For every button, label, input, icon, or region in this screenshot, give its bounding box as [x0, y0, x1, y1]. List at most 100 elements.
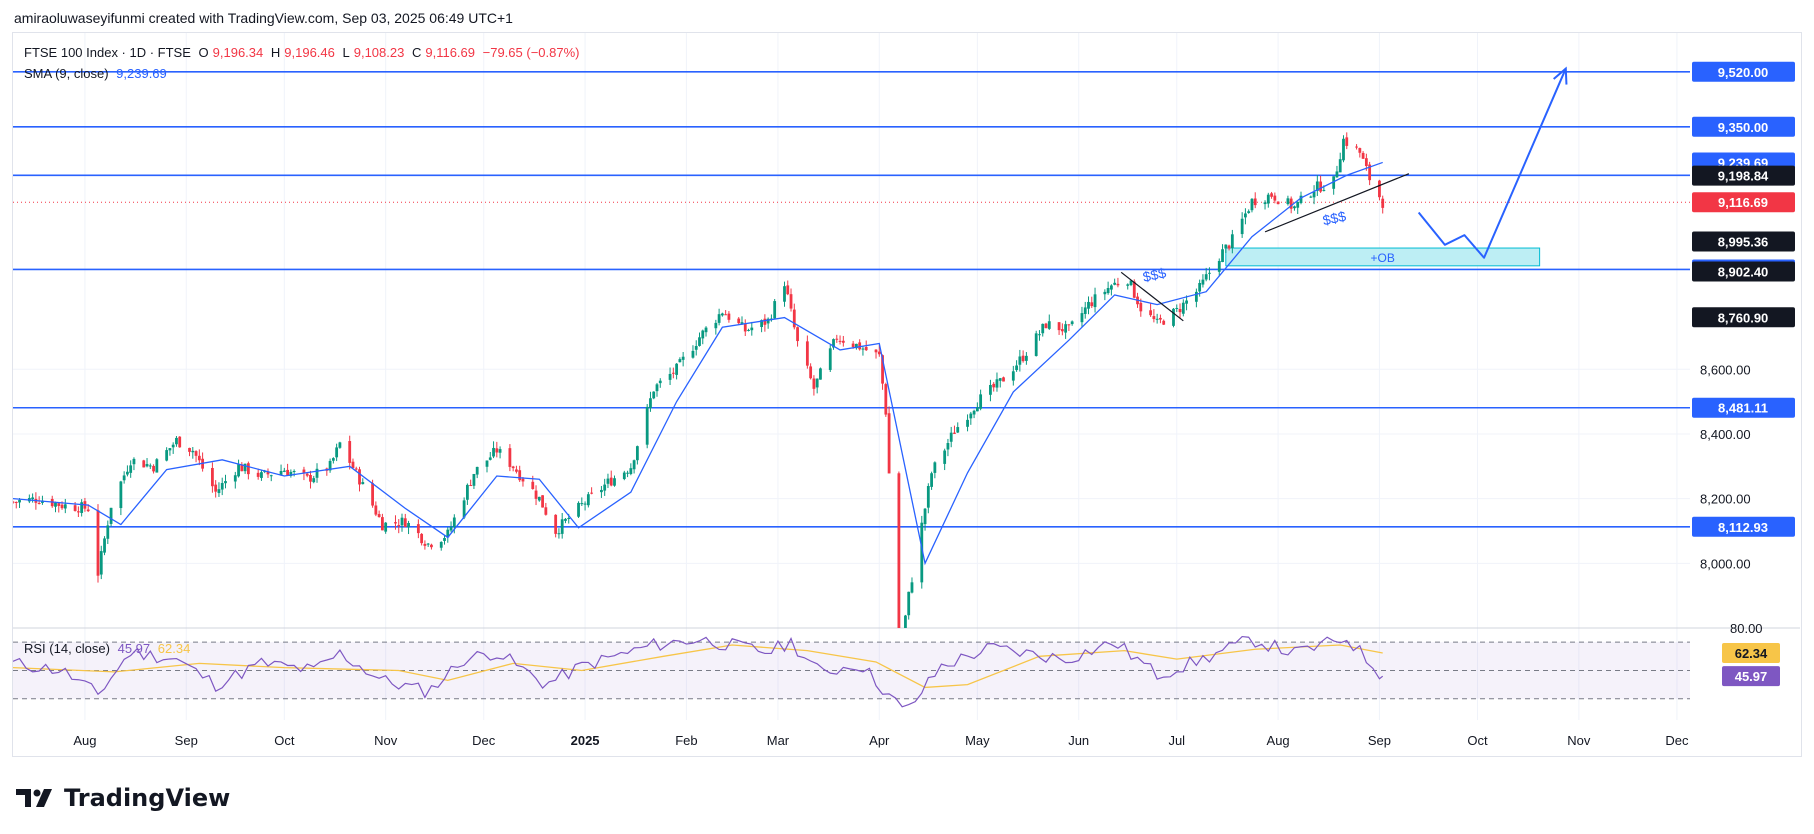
candle-body — [567, 517, 571, 519]
candle-body — [1041, 323, 1045, 334]
candle-body — [260, 472, 263, 478]
candle-body — [305, 473, 309, 476]
order-block-label: +OB — [1371, 251, 1395, 265]
candle-body — [841, 340, 845, 343]
candle-body — [956, 427, 960, 433]
candle-body — [655, 384, 659, 392]
candle-body — [292, 471, 296, 473]
candle-body — [99, 551, 103, 575]
candle-body — [1296, 201, 1300, 208]
candle-body — [835, 338, 839, 340]
candle-body — [557, 533, 561, 535]
candle-body — [792, 309, 796, 328]
candle-body — [492, 447, 495, 457]
x-tick-label: Nov — [374, 733, 398, 748]
liquidity-annotation: $$$ — [1141, 264, 1167, 285]
candle-body — [635, 446, 639, 461]
candle-body — [269, 475, 273, 477]
candle-body — [652, 391, 656, 399]
tradingview-brand[interactable]: TradingView — [16, 784, 230, 812]
symbol-legend[interactable]: FTSE 100 Index · 1D · FTSE O 9,196.34 H 9,… — [24, 45, 583, 60]
candle-body — [534, 490, 538, 499]
rsi-label: RSI (14, close) — [24, 641, 110, 656]
candle-body — [518, 470, 522, 481]
candle-body — [786, 285, 790, 295]
candle-body — [348, 441, 352, 463]
candle-body — [1250, 198, 1254, 211]
candle-body — [1342, 138, 1345, 161]
candle-body — [485, 460, 489, 467]
candle-body — [394, 522, 397, 524]
candle-body — [371, 483, 374, 506]
x-tick-label: Apr — [869, 733, 890, 748]
candle-body — [1230, 234, 1234, 248]
candle-body — [132, 458, 136, 465]
candle-body — [1364, 158, 1368, 166]
candle-body — [851, 343, 855, 347]
candle-body — [750, 327, 754, 331]
x-tick-label: Jun — [1068, 733, 1089, 748]
candle-body — [165, 450, 169, 461]
candle-body — [13, 501, 15, 503]
candle-body — [1064, 324, 1068, 333]
candle-body — [953, 432, 956, 434]
candle-body — [488, 457, 492, 460]
candle-body — [1217, 260, 1221, 272]
candle-body — [671, 372, 675, 374]
candle-body — [704, 327, 708, 333]
candle-body — [907, 591, 911, 616]
candle-body — [1322, 189, 1326, 191]
x-tick-label: Jul — [1168, 733, 1185, 748]
candle-body — [397, 525, 401, 527]
candle-body — [874, 349, 878, 353]
candle-body — [119, 481, 123, 509]
candle-body — [1011, 371, 1015, 381]
candle-body — [312, 478, 316, 483]
open-value: 9,196.34 — [212, 45, 264, 60]
candle-body — [609, 477, 613, 486]
candle-body — [1024, 355, 1028, 361]
candle-body — [430, 544, 433, 548]
candle-body — [1139, 302, 1143, 312]
candle-body — [554, 514, 558, 534]
candle-body — [171, 444, 175, 448]
y-tick-label: 8,200.00 — [1700, 492, 1751, 507]
close-label: C — [411, 45, 422, 60]
candle-body — [96, 510, 100, 576]
candle-body — [495, 448, 499, 453]
candle-body — [979, 394, 983, 409]
x-tick-label: Aug — [1267, 733, 1290, 748]
liquidity-annotation: $$$ — [1321, 208, 1347, 229]
candle-body — [1293, 206, 1296, 209]
candle-body — [178, 436, 182, 448]
candle-body — [233, 475, 237, 482]
candle-body — [31, 497, 35, 500]
candle-body — [972, 410, 976, 415]
candle-body — [989, 384, 992, 395]
sma-legend[interactable]: SMA (9, close) 9,239.69 — [24, 66, 171, 81]
candle-body — [126, 471, 129, 475]
chart-canvas[interactable]: Aug Sep Oct Nov Dec 2025 Feb Mar Apr May Jun Jul Aug… — [0, 0, 1814, 834]
candle-body — [796, 327, 799, 342]
candle-body — [819, 368, 822, 380]
candle-body — [384, 522, 388, 532]
y-tick-label: 8,000.00 — [1700, 556, 1751, 571]
candle-body — [923, 508, 927, 525]
symbol-name[interactable]: FTSE 100 Index · 1D · FTSE — [24, 45, 191, 60]
candle-body — [60, 504, 64, 509]
candle-body — [1266, 194, 1270, 204]
candle-body — [1263, 202, 1267, 205]
candle-body — [191, 450, 195, 453]
candle-body — [374, 505, 378, 515]
candle-body — [1116, 283, 1120, 286]
candle-body — [763, 318, 767, 325]
candle-body — [815, 378, 819, 388]
candle-body — [897, 473, 901, 628]
candle-body — [541, 495, 544, 508]
candle-body — [315, 468, 319, 478]
candle-body — [720, 313, 724, 316]
rsi-legend[interactable]: RSI (14, close) 45.97 62.34 — [24, 641, 194, 656]
candle-body — [577, 502, 580, 517]
candle-body — [789, 294, 793, 309]
candle-body — [521, 478, 525, 482]
